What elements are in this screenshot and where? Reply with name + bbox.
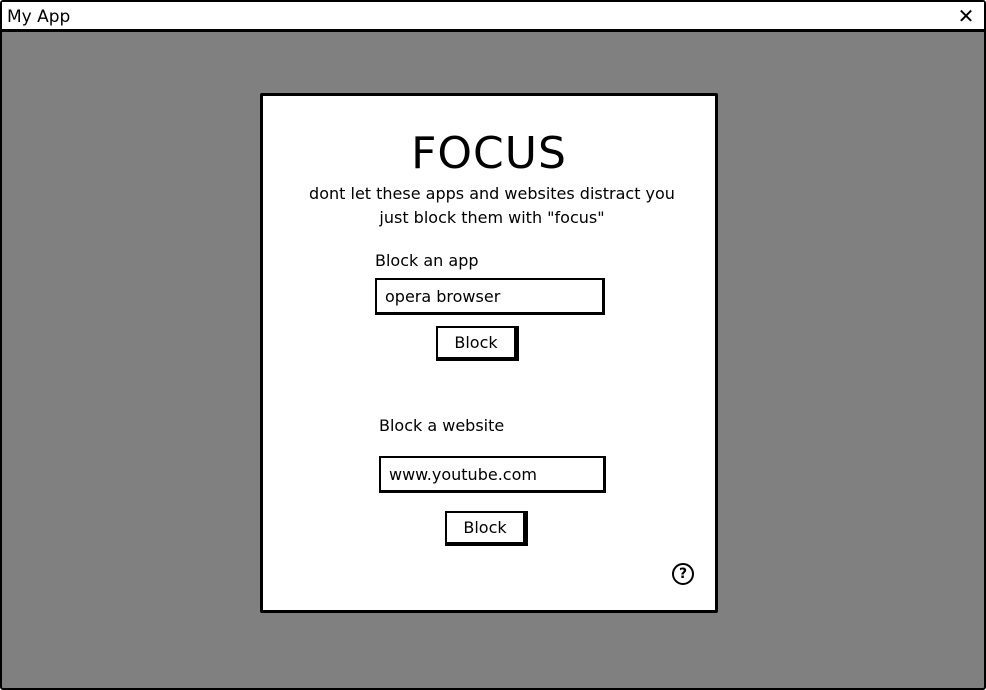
block-app-label: Block an app — [375, 251, 479, 270]
app-window: My App ✕ FOCUS dont let these apps and w… — [0, 0, 986, 690]
subtitle-line-2: just block them with "focus" — [379, 208, 605, 227]
subtitle-line-1: dont let these apps and websites distrac… — [309, 184, 675, 203]
block-website-label: Block a website — [379, 416, 505, 435]
block-app-input[interactable] — [375, 278, 605, 315]
help-circle-icon[interactable]: ? — [672, 563, 694, 585]
focus-panel: FOCUS dont let these apps and websites d… — [260, 93, 718, 613]
title-bar: My App ✕ — [2, 2, 984, 32]
close-icon[interactable]: ✕ — [956, 5, 976, 27]
block-website-input[interactable] — [379, 456, 606, 493]
block-website-button[interactable]: Block — [445, 511, 528, 546]
page-title: FOCUS — [411, 128, 567, 179]
window-title: My App — [7, 7, 71, 27]
subtitle: dont let these apps and websites distrac… — [263, 182, 721, 230]
block-app-button[interactable]: Block — [436, 326, 519, 361]
